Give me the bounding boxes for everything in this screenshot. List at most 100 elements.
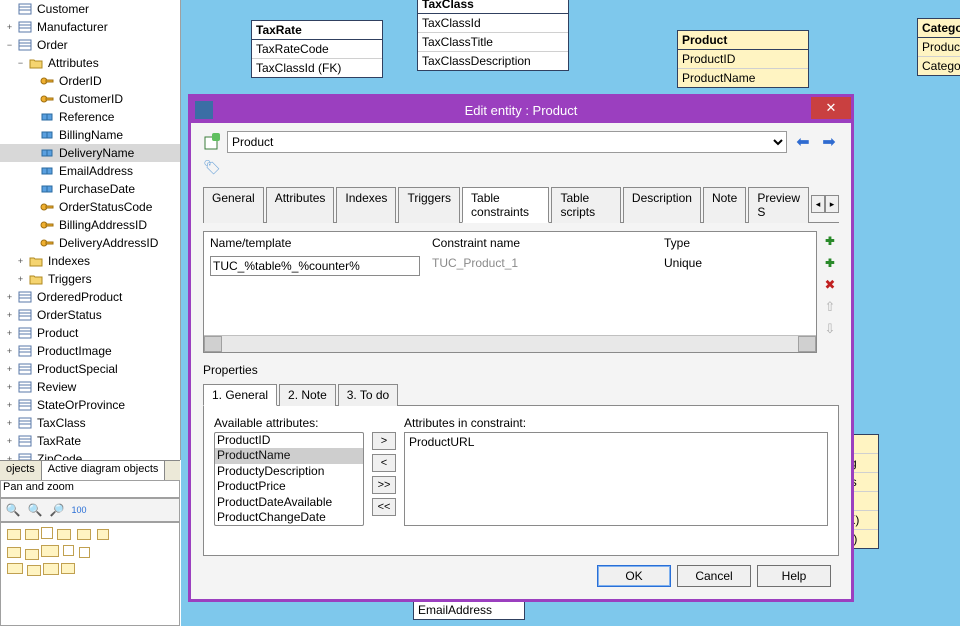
tree-item-billingname[interactable]: BillingName: [0, 126, 180, 144]
subtab-todo[interactable]: 3. To do: [338, 384, 398, 406]
add-unique-icon[interactable]: 🞧: [822, 233, 838, 249]
tab-triggers[interactable]: Triggers: [398, 187, 460, 223]
entity-product[interactable]: Product ProductID ProductName: [677, 30, 809, 88]
list-item[interactable]: ProductPrice: [215, 479, 363, 494]
move-right-button[interactable]: >: [372, 432, 396, 450]
tree-twisty[interactable]: [26, 238, 37, 249]
tree-item-deliveryaddressid[interactable]: DeliveryAddressID: [0, 234, 180, 252]
entity-select[interactable]: Product: [227, 131, 787, 153]
tree-twisty[interactable]: +: [4, 310, 15, 321]
tree-twisty[interactable]: [4, 4, 15, 15]
tree-item-review[interactable]: +Review: [0, 378, 180, 396]
tag-icon[interactable]: 🏷: [203, 159, 221, 175]
zoom-fit-icon[interactable]: 🔎: [49, 502, 65, 518]
tree-twisty[interactable]: [26, 112, 37, 123]
subtab-general[interactable]: 1. General: [203, 384, 277, 406]
tree-item-orderedproduct[interactable]: +OrderedProduct: [0, 288, 180, 306]
help-button[interactable]: Help: [757, 565, 831, 587]
zoom-100-icon[interactable]: 100: [71, 502, 87, 518]
grid-scrollbar[interactable]: [204, 335, 816, 352]
move-left-button[interactable]: <: [372, 454, 396, 472]
available-attrs-list[interactable]: ProductIDProductNameProductyDescriptionP…: [214, 432, 364, 526]
entity-taxclass[interactable]: TaxClass TaxClassId TaxClassTitle TaxCla…: [417, 0, 569, 71]
tree-twisty[interactable]: [26, 184, 37, 195]
ok-button[interactable]: OK: [597, 565, 671, 587]
tree-item-indexes[interactable]: +Indexes: [0, 252, 180, 270]
tree-twisty[interactable]: +: [4, 382, 15, 393]
tree-item-productspecial[interactable]: +ProductSpecial: [0, 360, 180, 378]
constraint-type-cell[interactable]: Unique: [658, 254, 816, 278]
tab-note[interactable]: Note: [703, 187, 746, 223]
list-item[interactable]: ProductName: [215, 448, 363, 463]
subtab-note[interactable]: 2. Note: [279, 384, 336, 406]
list-item[interactable]: ProductDateAvailable: [215, 495, 363, 510]
tree-item-triggers[interactable]: +Triggers: [0, 270, 180, 288]
tree-twisty[interactable]: [26, 76, 37, 87]
tree-twisty[interactable]: +: [4, 364, 15, 375]
tree-item-taxrate[interactable]: +TaxRate: [0, 432, 180, 450]
entity-bottom[interactable]: EmailAddress: [413, 600, 525, 620]
tree-item-reference[interactable]: Reference: [0, 108, 180, 126]
tab-preview-s[interactable]: Preview S: [748, 187, 809, 223]
tab-table-scripts[interactable]: Table scripts: [551, 187, 620, 223]
move-all-right-button[interactable]: >>: [372, 476, 396, 494]
zoom-out-icon[interactable]: 🔍: [27, 502, 43, 518]
tree-twisty[interactable]: −: [15, 58, 26, 69]
tree-twisty[interactable]: +: [4, 292, 15, 303]
tree-twisty[interactable]: +: [15, 256, 26, 267]
tree-twisty[interactable]: +: [4, 22, 15, 33]
tree-twisty[interactable]: [26, 130, 37, 141]
tree-twisty[interactable]: +: [4, 418, 15, 429]
constraint-name-cell[interactable]: TUC_Product_1: [426, 254, 658, 278]
list-item[interactable]: ProductyDescription: [215, 464, 363, 479]
tree-item-purchasedate[interactable]: PurchaseDate: [0, 180, 180, 198]
list-item[interactable]: ProductID: [215, 433, 363, 448]
tree-twisty[interactable]: [26, 166, 37, 177]
tree-item-orderid[interactable]: OrderID: [0, 72, 180, 90]
move-down-icon[interactable]: ⇩: [822, 321, 838, 337]
dialog-titlebar[interactable]: Edit entity : Product ✕: [191, 97, 851, 123]
tree-item-attributes[interactable]: −Attributes: [0, 54, 180, 72]
tree-twisty[interactable]: −: [4, 40, 15, 51]
move-all-left-button[interactable]: <<: [372, 498, 396, 516]
tree-item-taxclass[interactable]: +TaxClass: [0, 414, 180, 432]
tree-item-orderstatuscode[interactable]: OrderStatusCode: [0, 198, 180, 216]
tree-item-zipcode[interactable]: +ZipCode: [0, 450, 180, 460]
tab-indexes[interactable]: Indexes: [336, 187, 396, 223]
tree-tab-objects[interactable]: ojects: [0, 461, 42, 481]
next-entity-button[interactable]: ➡: [819, 132, 839, 152]
tree-twisty[interactable]: +: [4, 400, 15, 411]
new-entity-icon[interactable]: [203, 133, 221, 151]
tab-scroll-left[interactable]: ◂: [811, 195, 825, 213]
tree-item-manufacturer[interactable]: +Manufacturer: [0, 18, 180, 36]
tab-description[interactable]: Description: [623, 187, 701, 223]
tree-item-order[interactable]: −Order: [0, 36, 180, 54]
tree-item-deliveryname[interactable]: DeliveryName: [0, 144, 180, 162]
tab-table-constraints[interactable]: Table constraints: [462, 187, 549, 223]
tree-item-orderstatus[interactable]: +OrderStatus: [0, 306, 180, 324]
tab-scroll-right[interactable]: ▸: [825, 195, 839, 213]
tab-general[interactable]: General: [203, 187, 264, 223]
tree-twisty[interactable]: [26, 148, 37, 159]
tree-item-customerid[interactable]: CustomerID: [0, 90, 180, 108]
entity-category[interactable]: Catego Produc Catego: [917, 18, 960, 76]
template-input[interactable]: [210, 256, 420, 276]
tree-twisty[interactable]: +: [4, 328, 15, 339]
tree-twisty[interactable]: [26, 94, 37, 105]
tree-twisty[interactable]: +: [4, 436, 15, 447]
prev-entity-button[interactable]: ⬅: [793, 132, 813, 152]
tree-twisty[interactable]: +: [15, 274, 26, 285]
delete-icon[interactable]: ✖: [822, 277, 838, 293]
entity-taxrate[interactable]: TaxRate TaxRateCode TaxClassId (FK): [251, 20, 383, 78]
tree-item-customer[interactable]: Customer: [0, 0, 180, 18]
tree-twisty[interactable]: [26, 220, 37, 231]
tab-attributes[interactable]: Attributes: [266, 187, 335, 223]
list-item[interactable]: ProductURL: [409, 435, 823, 449]
cancel-button[interactable]: Cancel: [677, 565, 751, 587]
tree-twisty[interactable]: +: [4, 346, 15, 357]
tree-item-product[interactable]: +Product: [0, 324, 180, 342]
tree-item-billingaddressid[interactable]: BillingAddressID: [0, 216, 180, 234]
minimap[interactable]: [0, 522, 180, 626]
add-check-icon[interactable]: 🞧: [822, 255, 838, 271]
tree-item-emailaddress[interactable]: EmailAddress: [0, 162, 180, 180]
